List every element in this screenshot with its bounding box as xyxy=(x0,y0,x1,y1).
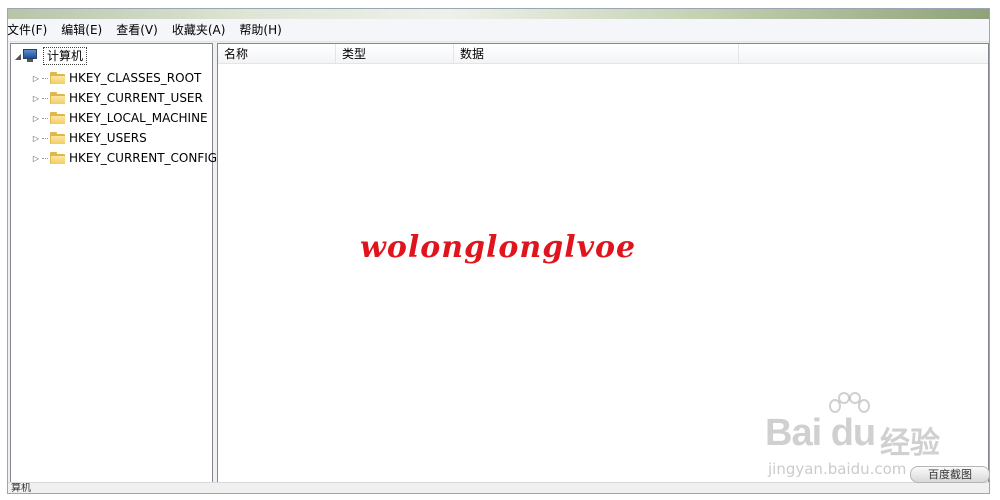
folder-icon xyxy=(50,92,65,104)
tree-item-label: HKEY_LOCAL_MACHINE xyxy=(69,111,208,125)
tree-connector xyxy=(42,97,48,99)
baidu-jingyan-watermark: 经验 xyxy=(880,426,940,461)
tree-item-label: HKEY_USERS xyxy=(69,131,147,145)
status-bar: 算机 xyxy=(8,482,989,493)
tree-item-label: HKEY_CURRENT_USER xyxy=(69,91,203,105)
column-header-name[interactable]: 名称 xyxy=(218,44,336,64)
status-text: 算机 xyxy=(11,483,31,494)
tree-connector xyxy=(42,157,48,159)
title-bar[interactable] xyxy=(8,9,989,19)
tree-connector xyxy=(42,117,48,119)
column-header-type[interactable]: 类型 xyxy=(336,44,454,64)
expand-arrow-icon[interactable]: ▷ xyxy=(31,133,41,143)
tree-item-hkey-classes-root[interactable]: ▷ HKEY_CLASSES_ROOT xyxy=(31,68,201,88)
computer-icon xyxy=(23,49,39,63)
expand-arrow-icon[interactable]: ▷ xyxy=(31,153,41,163)
capture-badge: 百度截图 xyxy=(910,466,990,483)
column-header-data[interactable]: 数据 xyxy=(454,44,739,64)
menu-file[interactable]: 文件(F) xyxy=(8,19,54,41)
folder-icon xyxy=(50,72,65,84)
tree-connector xyxy=(42,137,48,139)
tree-item-hkey-users[interactable]: ▷ HKEY_USERS xyxy=(31,128,147,148)
expand-arrow-icon[interactable]: ▷ xyxy=(31,113,41,123)
folder-icon xyxy=(50,132,65,144)
overlay-handwritten-text: wolonglonglvoe xyxy=(360,230,637,265)
tree-root-label: 计算机 xyxy=(43,47,88,65)
folder-icon xyxy=(50,112,65,124)
collapse-arrow-icon[interactable]: ◢ xyxy=(13,51,23,61)
baidu-url-watermark: jingyan.baidu.com xyxy=(768,460,907,478)
tree-item-hkey-current-user[interactable]: ▷ HKEY_CURRENT_USER xyxy=(31,88,203,108)
tree-item-hkey-local-machine[interactable]: ▷ HKEY_LOCAL_MACHINE xyxy=(31,108,208,128)
column-header-filler xyxy=(739,44,988,64)
menu-bar: 文件(F) 编辑(E) 查看(V) 收藏夹(A) 帮助(H) xyxy=(8,19,989,42)
menu-view[interactable]: 查看(V) xyxy=(109,19,165,41)
folder-icon xyxy=(50,152,65,164)
tree-item-hkey-current-config[interactable]: ▷ HKEY_CURRENT_CONFIG xyxy=(31,148,217,168)
expand-arrow-icon[interactable]: ▷ xyxy=(31,93,41,103)
registry-tree-pane[interactable]: ◢ 计算机 ▷ HKEY_CLASSES_ROOT ▷ HKEY_CURRENT… xyxy=(10,43,217,483)
menu-help[interactable]: 帮助(H) xyxy=(232,19,288,41)
tree-root-computer[interactable]: ◢ 计算机 xyxy=(13,46,88,66)
tree-connector xyxy=(42,77,48,79)
paw-icon xyxy=(829,392,870,413)
menu-edit[interactable]: 编辑(E) xyxy=(54,19,109,41)
tree-item-label: HKEY_CURRENT_CONFIG xyxy=(69,151,218,165)
tree-item-label: HKEY_CLASSES_ROOT xyxy=(69,71,202,85)
menu-favorites[interactable]: 收藏夹(A) xyxy=(165,19,233,41)
baidu-logo-watermark: Bai du xyxy=(765,392,876,455)
expand-arrow-icon[interactable]: ▷ xyxy=(31,73,41,83)
